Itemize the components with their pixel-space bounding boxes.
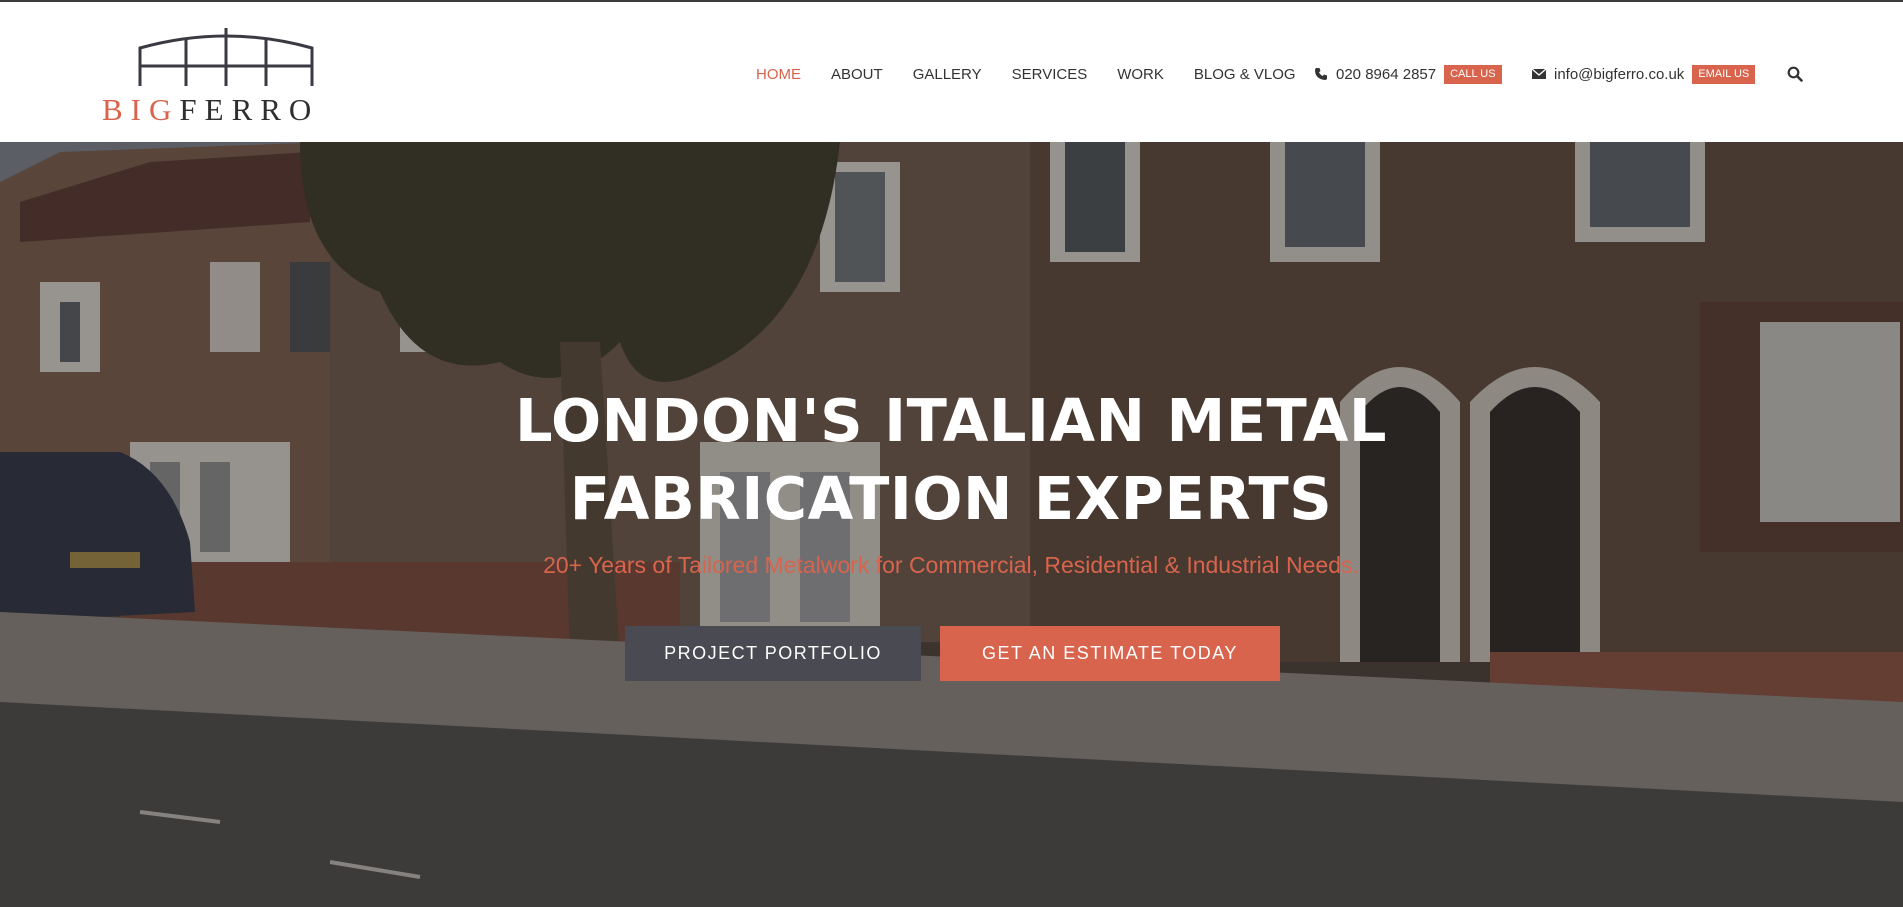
site-header: BIGFERRO HOME ABOUT GALLERY SERVICES WOR… [0, 2, 1903, 142]
hero-subtitle: 20+ Years of Tailored Metalwork for Comm… [543, 552, 1359, 578]
gate-icon [138, 28, 314, 86]
email-address[interactable]: info@bigferro.co.uk [1554, 66, 1684, 83]
hero-title: LONDON'S ITALIAN METAL FABRICATION EXPER… [451, 382, 1451, 538]
phone-contact[interactable]: 020 8964 2857 CALL US [1314, 62, 1502, 86]
phone-icon [1314, 67, 1328, 81]
logo-ferro: FERRO [179, 92, 320, 127]
email-us-badge[interactable]: EMAIL US [1692, 64, 1756, 84]
nav-services[interactable]: SERVICES [1012, 66, 1088, 83]
logo-big: BIG [102, 92, 180, 127]
nav-about[interactable]: ABOUT [831, 66, 883, 83]
search-icon[interactable] [1787, 66, 1805, 84]
call-us-badge[interactable]: CALL US [1444, 64, 1502, 84]
envelope-icon [1532, 68, 1546, 80]
phone-number[interactable]: 020 8964 2857 [1336, 66, 1436, 83]
main-nav: HOME ABOUT GALLERY SERVICES WORK BLOG & … [756, 62, 1326, 86]
email-contact[interactable]: info@bigferro.co.uk EMAIL US [1532, 62, 1756, 86]
logo-text: BIGFERRO [102, 92, 319, 128]
project-portfolio-button[interactable]: PROJECT PORTFOLIO [625, 626, 921, 681]
nav-blog-vlog[interactable]: BLOG & VLOG [1194, 66, 1296, 83]
hero-title-line-1: LONDON'S ITALIAN METAL [515, 386, 1387, 455]
logo[interactable]: BIGFERRO [102, 24, 362, 127]
hero-section: LONDON'S ITALIAN METAL FABRICATION EXPER… [0, 142, 1903, 907]
nav-work[interactable]: WORK [1117, 66, 1164, 83]
hero-title-line-2: FABRICATION EXPERTS [569, 464, 1333, 533]
get-estimate-button[interactable]: GET AN ESTIMATE TODAY [940, 626, 1280, 681]
nav-gallery[interactable]: GALLERY [913, 66, 982, 83]
nav-home[interactable]: HOME [756, 66, 801, 83]
